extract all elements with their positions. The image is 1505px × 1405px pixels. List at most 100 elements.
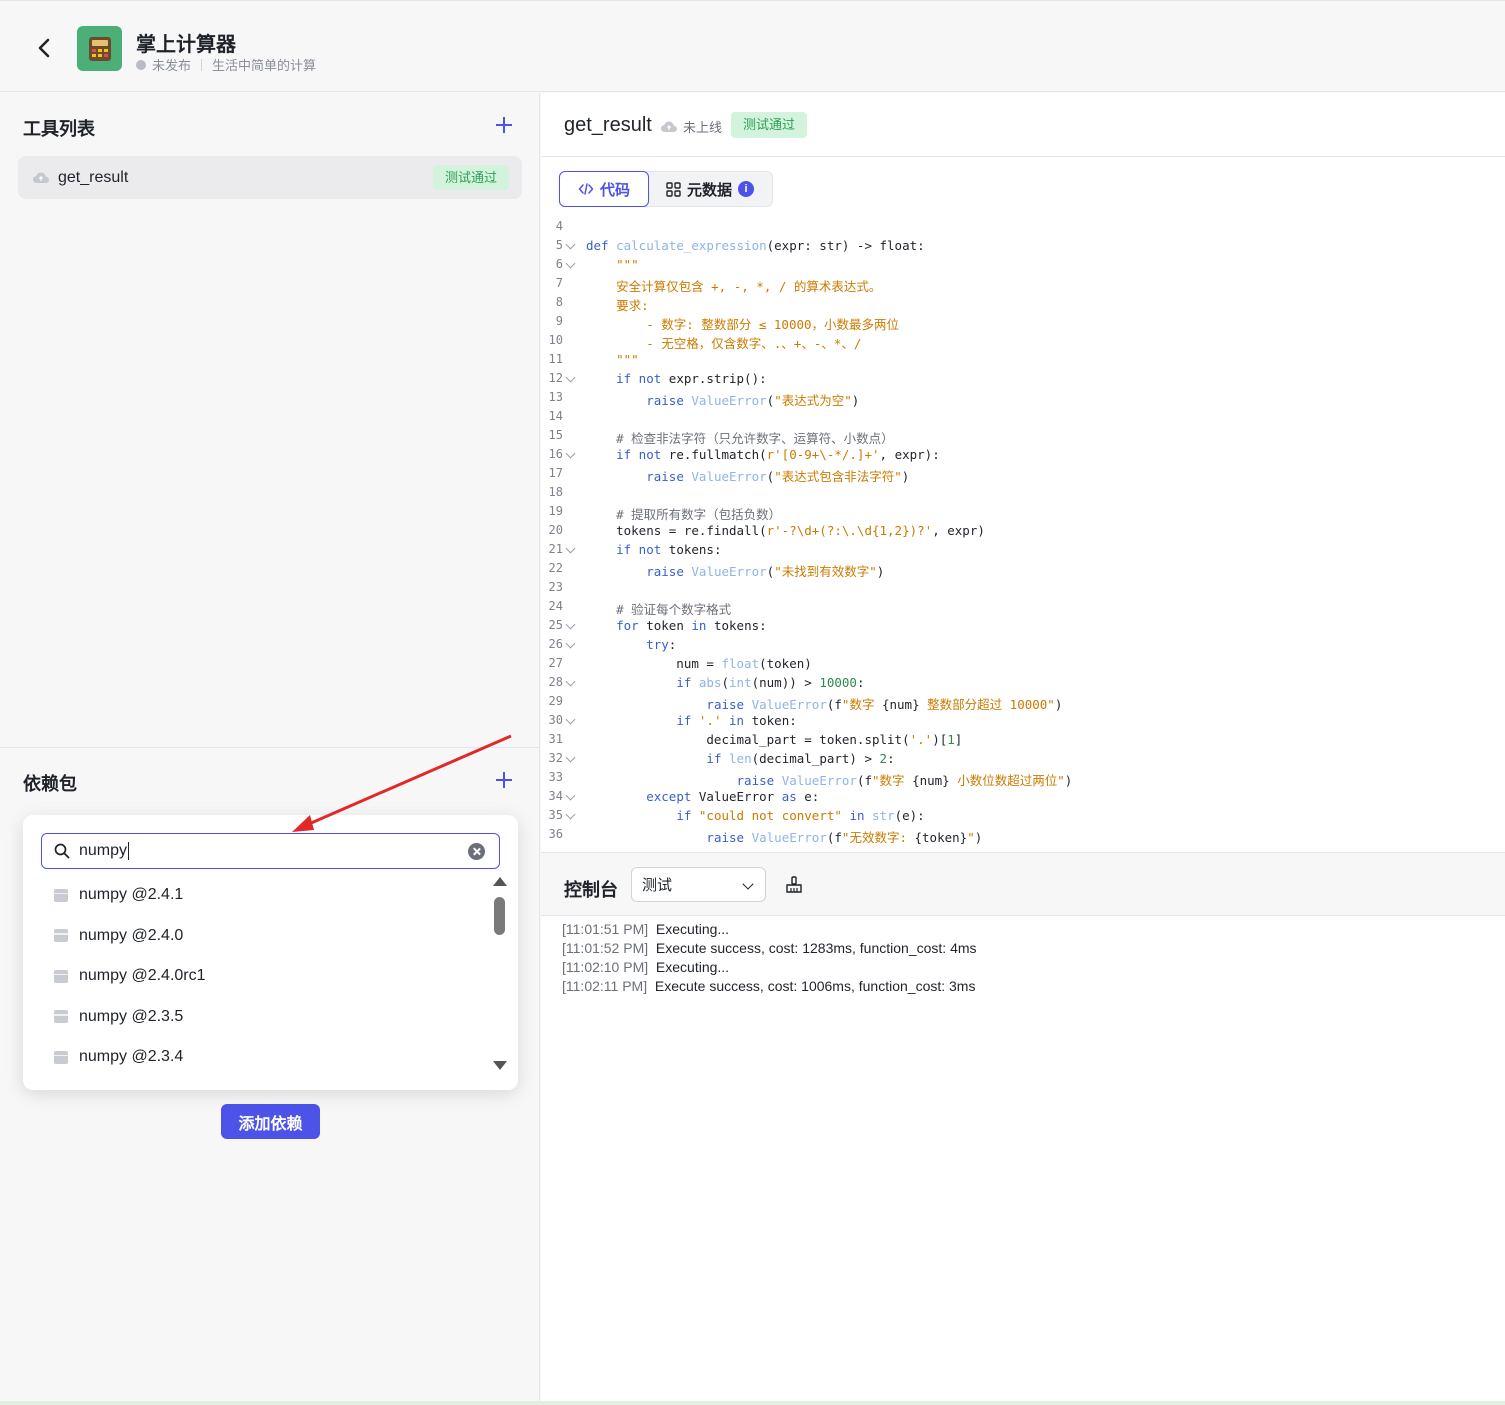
log-line: [11:02:11 PM] Execute success, cost: 100…	[562, 977, 977, 996]
code-text: raise ValueError(f"数字 {num} 小数位数超过两位")	[736, 773, 1073, 788]
tab-code[interactable]: 代码	[559, 171, 650, 207]
line-number: 21	[548, 542, 563, 556]
code-line: 14	[541, 409, 1505, 428]
package-option[interactable]: numpy @2.4.0rc1	[23, 956, 493, 997]
code-icon	[578, 183, 594, 195]
code-line: 36 raise ValueError(f"无效数字: {token}")	[541, 827, 1505, 846]
fold-chevron-icon[interactable]	[565, 258, 576, 269]
fold-chevron-icon[interactable]	[565, 619, 576, 630]
code-line: 20 tokens = re.findall(r'-?\d+(?:\.\d{1,…	[541, 523, 1505, 542]
code-line: 11 """	[541, 352, 1505, 371]
package-option[interactable]: numpy @2.3.5	[23, 997, 493, 1038]
code-text: if not tokens:	[616, 542, 722, 557]
fold-chevron-icon[interactable]	[565, 543, 576, 554]
package-option[interactable]: numpy @2.3.4	[23, 1037, 493, 1078]
back-arrow-icon[interactable]	[34, 37, 56, 59]
fold-chevron-icon[interactable]	[565, 638, 576, 649]
code-text: def calculate_expression(expr: str) -> f…	[586, 238, 925, 253]
tool-name: get_result	[58, 168, 129, 186]
tab-code-label: 代码	[600, 181, 631, 199]
code-line: 5 def calculate_expression(expr: str) -> …	[541, 238, 1505, 257]
line-number: 16	[548, 447, 563, 461]
app-logo-icon	[77, 26, 122, 71]
code-line: 21 if not tokens:	[541, 542, 1505, 561]
code-text: raise ValueError(f"无效数字: {token}")	[706, 830, 983, 845]
search-query-text[interactable]: numpy	[79, 841, 130, 860]
online-status-label: 未上线	[683, 120, 723, 135]
info-icon[interactable]: i	[738, 181, 755, 197]
package-option[interactable]: numpy @2.4.1	[23, 875, 493, 916]
code-line: 26 try:	[541, 637, 1505, 656]
test-passed-badge: 测试通过	[731, 112, 808, 138]
package-icon	[54, 1010, 68, 1024]
fold-chevron-icon[interactable]	[565, 372, 576, 383]
code-line: 27 num = float(token)	[541, 656, 1505, 675]
code-line: 8 要求:	[541, 295, 1505, 314]
add-dependency-button[interactable]: 添加依赖	[221, 1104, 320, 1139]
broom-clear-icon[interactable]	[784, 875, 804, 895]
package-option-label: numpy @2.3.4	[79, 1048, 184, 1066]
package-option[interactable]: numpy @2.4.0	[23, 916, 493, 957]
fold-chevron-icon[interactable]	[565, 239, 576, 250]
line-number: 24	[548, 599, 563, 613]
line-number: 35	[548, 808, 563, 822]
log-time: [11:02:10 PM]	[562, 959, 649, 975]
package-icon	[54, 929, 68, 943]
line-number: 9	[555, 314, 563, 328]
fold-chevron-icon[interactable]	[565, 676, 576, 687]
code-editor[interactable]: 4 5 def calculate_expression(expr: str) ->…	[541, 219, 1505, 849]
code-text: try:	[646, 637, 677, 652]
scroll-up-arrow-icon[interactable]	[493, 877, 507, 886]
scroll-down-arrow-icon[interactable]	[493, 1061, 507, 1070]
package-icon	[54, 1050, 68, 1064]
line-number: 18	[548, 485, 563, 499]
cloud-icon	[661, 121, 677, 132]
line-number: 25	[548, 618, 563, 632]
fold-chevron-icon[interactable]	[565, 752, 576, 763]
dependency-search-dropdown: numpy numpy @2.4.1 numpy @2.4.0 numpy @2…	[23, 815, 518, 1090]
package-icon	[54, 969, 68, 983]
left-panel: 工具列表 get_result 测试通过 依赖包 添加依赖	[0, 93, 540, 1405]
tool-list-item[interactable]: get_result 测试通过	[18, 156, 522, 199]
fold-chevron-icon[interactable]	[565, 714, 576, 725]
divider	[201, 58, 203, 71]
line-number: 20	[548, 523, 563, 537]
code-text: raise ValueError("表达式包含非法字符")	[646, 469, 910, 484]
line-number: 14	[548, 409, 563, 423]
section-divider	[0, 747, 540, 748]
fold-chevron-icon[interactable]	[565, 448, 576, 459]
app-subtitle: 未发布 生活中简单的计算	[136, 55, 316, 74]
package-results-list: numpy @2.4.1 numpy @2.4.0 numpy @2.4.0rc…	[23, 875, 493, 1078]
code-text: """	[616, 257, 639, 272]
line-number: 34	[548, 789, 563, 803]
line-number: 7	[555, 276, 563, 290]
code-line: 12 if not expr.strip():	[541, 371, 1505, 390]
code-line: 35 if "could not convert" in str(e):	[541, 808, 1505, 827]
line-number: 36	[548, 827, 563, 841]
line-number: 30	[548, 713, 563, 727]
scrollbar-thumb[interactable]	[494, 897, 505, 935]
clear-search-icon[interactable]	[468, 843, 485, 860]
code-line: 16 if not re.fullmatch(r'[0-9+\-*/.]+', …	[541, 447, 1505, 466]
log-message: Execute success, cost: 1006ms, function_…	[654, 978, 976, 994]
add-tool-plus-icon[interactable]	[495, 116, 513, 134]
chevron-down-icon	[742, 878, 754, 890]
code-text: for token in tokens:	[616, 618, 767, 633]
tab-metadata[interactable]: 元数据 i	[648, 172, 772, 206]
code-text: 安全计算仅包含 +, -, *, / 的算术表达式。	[616, 279, 882, 294]
fold-chevron-icon[interactable]	[565, 790, 576, 801]
fold-chevron-icon[interactable]	[565, 809, 576, 820]
package-option-label: numpy @2.4.0rc1	[79, 967, 206, 985]
dependency-search-input[interactable]: numpy	[41, 833, 500, 869]
code-text: if len(decimal_part) > 2:	[706, 751, 895, 766]
package-icon	[54, 888, 68, 902]
console-mode-select[interactable]: 测试	[631, 867, 766, 902]
code-text: tokens = re.findall(r'-?\d+(?:\.\d{1,2})…	[586, 523, 985, 538]
console-logs: [11:01:51 PM] Executing... [11:01:52 PM]…	[562, 920, 977, 996]
code-text: raise ValueError("未找到有效数字")	[646, 564, 885, 579]
log-time: [11:01:52 PM]	[562, 940, 649, 956]
line-number: 13	[548, 390, 563, 404]
add-dependency-plus-icon[interactable]	[495, 771, 513, 789]
log-message: Executing...	[655, 959, 730, 975]
line-number: 8	[555, 295, 563, 309]
